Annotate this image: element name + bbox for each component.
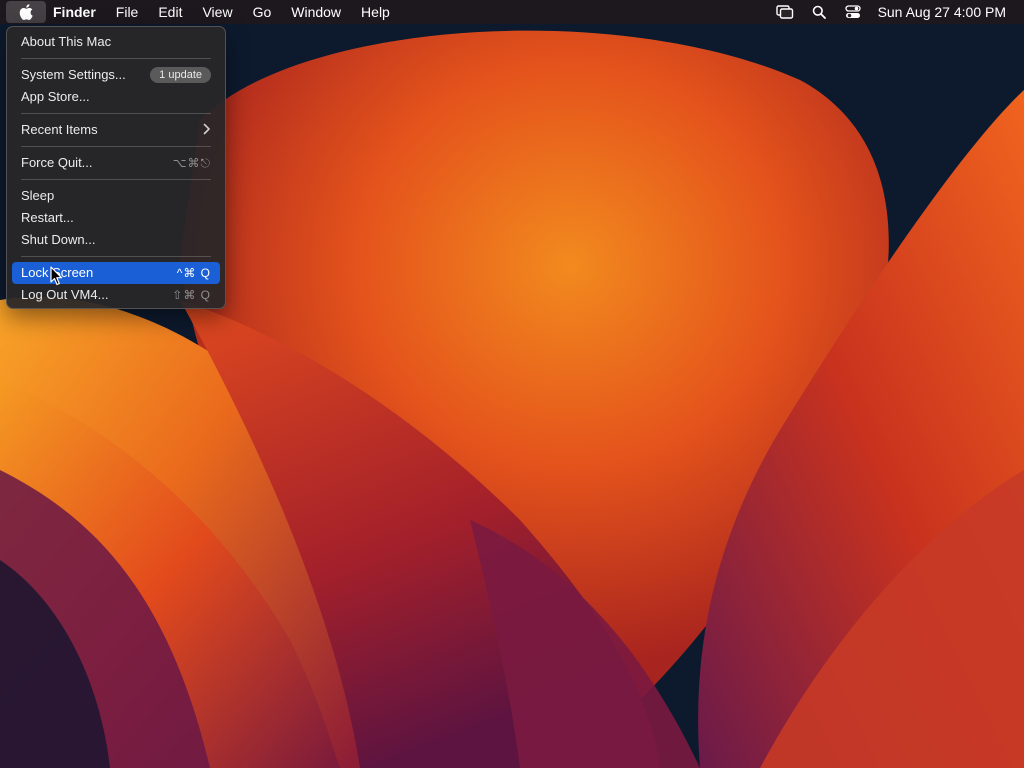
menu-separator	[21, 113, 211, 114]
menu-item-sleep[interactable]: Sleep	[12, 185, 220, 207]
menu-item-label: Restart...	[21, 210, 74, 225]
menu-item-label: About This Mac	[21, 34, 112, 49]
apple-logo-icon	[19, 4, 33, 20]
menu-separator	[21, 179, 211, 180]
menu-go[interactable]: Go	[243, 0, 282, 24]
menu-separator	[21, 256, 211, 257]
menu-item-label: Recent Items	[21, 122, 98, 137]
keyboard-shortcut: ⇧⌘ Q	[172, 288, 211, 302]
menu-item-about-this-mac[interactable]: About This Mac	[12, 31, 220, 53]
mouse-cursor-icon	[50, 266, 63, 286]
screen-mirroring-icon[interactable]	[774, 1, 796, 23]
menu-view[interactable]: View	[192, 0, 242, 24]
menu-item-label: App Store...	[21, 89, 90, 104]
menu-bar-clock[interactable]: Sun Aug 27 4:00 PM	[878, 4, 1006, 20]
menu-item-log-out[interactable]: Log Out VM4... ⇧⌘ Q	[12, 284, 220, 306]
menu-item-recent-items[interactable]: Recent Items	[12, 119, 220, 141]
menu-separator	[21, 58, 211, 59]
menu-help[interactable]: Help	[351, 0, 400, 24]
keyboard-shortcut: ⌥⌘⎋	[172, 156, 211, 170]
menu-item-label: System Settings...	[21, 67, 126, 82]
menu-bar: Finder File Edit View Go Window Help Sun…	[0, 0, 1024, 24]
menu-item-label: Sleep	[21, 188, 55, 203]
menu-separator	[21, 146, 211, 147]
menu-item-lock-screen[interactable]: Lock Screen ^⌘ Q	[12, 262, 220, 284]
control-center-icon[interactable]	[842, 1, 864, 23]
menu-item-label: Log Out VM4...	[21, 287, 109, 302]
update-badge: 1 update	[150, 67, 211, 83]
menu-item-app-store[interactable]: App Store...	[12, 86, 220, 108]
menu-item-label: Force Quit...	[21, 155, 93, 170]
menu-item-system-settings[interactable]: System Settings... 1 update	[12, 64, 220, 86]
menu-file[interactable]: File	[106, 0, 149, 24]
desktop: Finder File Edit View Go Window Help Sun…	[0, 0, 1024, 768]
apple-menu-button[interactable]	[6, 1, 46, 23]
menu-window[interactable]: Window	[281, 0, 351, 24]
menu-bar-left: Finder File Edit View Go Window Help	[0, 0, 400, 24]
apple-menu-dropdown: About This Mac System Settings... 1 upda…	[6, 26, 226, 309]
menu-item-shut-down[interactable]: Shut Down...	[12, 229, 220, 251]
menu-item-force-quit[interactable]: Force Quit... ⌥⌘⎋	[12, 152, 220, 174]
menu-item-restart[interactable]: Restart...	[12, 207, 220, 229]
menu-edit[interactable]: Edit	[148, 0, 192, 24]
menu-app-finder[interactable]: Finder	[46, 0, 106, 24]
spotlight-search-icon[interactable]	[808, 1, 830, 23]
menu-bar-right: Sun Aug 27 4:00 PM	[774, 0, 1024, 24]
keyboard-shortcut: ^⌘ Q	[176, 266, 211, 280]
chevron-right-icon	[203, 119, 211, 141]
menu-item-label: Shut Down...	[21, 232, 96, 247]
